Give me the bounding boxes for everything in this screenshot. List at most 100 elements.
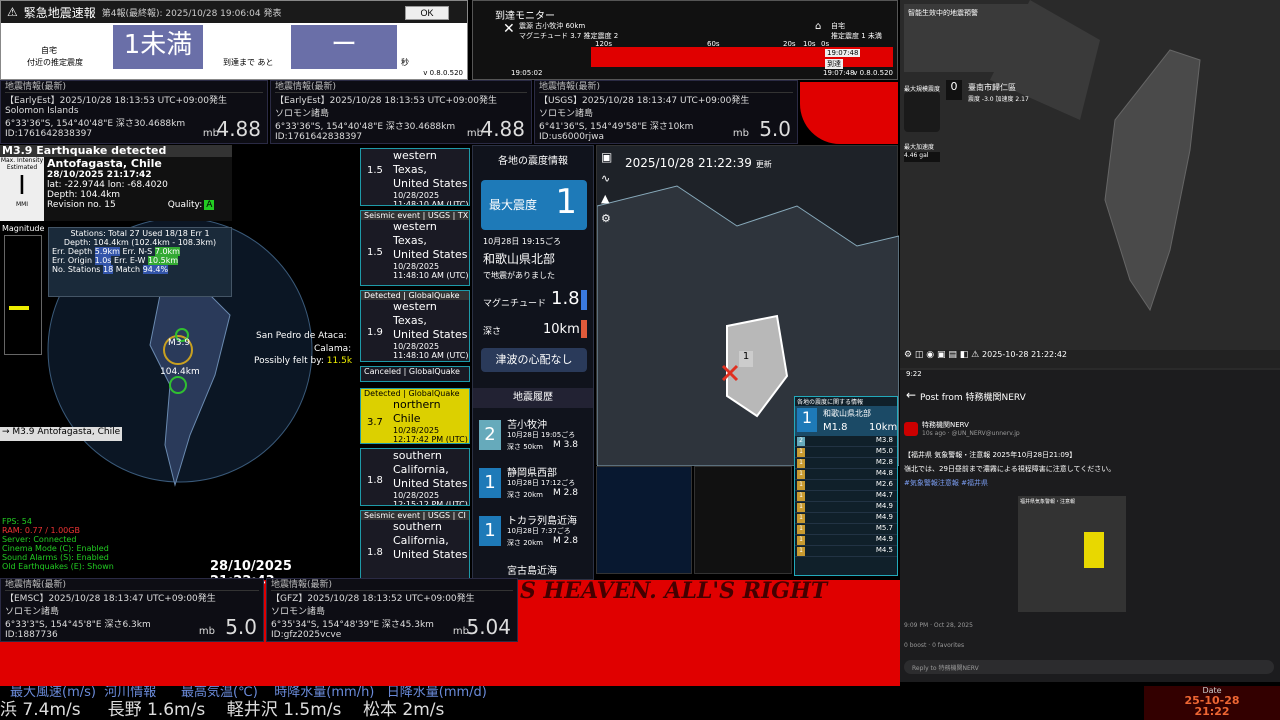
arrival-label: 到達 (825, 59, 843, 69)
magnitude-value: 5.0 (759, 117, 791, 141)
event-card[interactable]: Detected | GlobalQuake western Texas, Unit… (360, 290, 470, 362)
magnitude-scale (4, 235, 42, 355)
event-card[interactable]: Detected | GlobalQuake northern Chile 10/2… (360, 388, 470, 444)
version: v 0.8.0.520 (423, 69, 463, 77)
magnitude-value: 5.04 (466, 615, 511, 639)
tw-title-box: 智能生效中的地震預警 (904, 4, 1034, 72)
post-image[interactable]: 福井県気象警報・注意報 (1018, 496, 1126, 612)
reply-input[interactable]: Reply to 特務機関NERV (904, 660, 1274, 674)
avatar (904, 422, 918, 436)
info-box-3: 地震情報(最新) 【USGS】2025/10/28 18:13:47 UTC+09… (534, 80, 798, 144)
stats-box: Stations: Total 27 Used 18/18 Err 1 Depth… (48, 227, 232, 297)
eq-list-row[interactable]: 1 M4.9 (795, 513, 897, 524)
eq-list-row[interactable]: 1 M4.7 (795, 491, 897, 502)
history-item[interactable]: 1 トカラ列島近海 10月28日 7:37ごろ 深さ 20km M 2.8 (477, 510, 591, 554)
red-background-upper (800, 82, 898, 144)
history-item[interactable]: 2 苫小牧沖 10月28日 19:05ごろ 深さ 50km M 3.8 (477, 414, 591, 458)
close-icon[interactable]: ✕ (503, 21, 515, 37)
eq-list-row[interactable]: 1 M4.5 (795, 546, 897, 557)
globalquake-panel: M3.9 Earthquake detected Max. Intensity E… (0, 145, 356, 589)
post-title: Post from 特務機関NERV (920, 393, 1026, 403)
countdown-badge: ー (291, 25, 397, 69)
est-label: 付近の推定震度 (27, 58, 83, 67)
epicenter-text: 震源 古小牧沖 60km (519, 22, 586, 30)
sec-label: 秒 (401, 58, 409, 67)
magnitude-value: 5.0 (225, 615, 257, 639)
info-box-2: 地震情報(最新) 【EarlyEst】2025/10/28 18:13:53 UT… (270, 80, 532, 144)
inset-map (596, 466, 692, 574)
settings-icon[interactable]: ⚙ (601, 212, 611, 225)
map-magnitude: M3.9 (168, 338, 191, 348)
taiwan-eew-panel: 智能生效中的地震預警 最大規模震度 0 臺南市歸仁區 震度 -3.0 加速度 2… (900, 0, 1280, 370)
ticker-values: 浜 7.4m/s 長野 1.6m/s 軽井沢 1.5m/s 松本 2m/s (0, 700, 445, 720)
arrival-time: 19:07:48 (825, 49, 861, 57)
info-box-4: 地震情報(最新) 【EMSC】2025/10/28 18:13:47 UTC+09… (0, 578, 264, 642)
back-button[interactable]: ← (906, 388, 916, 402)
list-item[interactable]: → M3.9 Antofagasta, Chile (0, 427, 122, 441)
info-box-5: 地震情報(最新) 【GFZ】2025/10/28 18:13:52 UTC+09:… (266, 578, 518, 642)
social-post-panel: 9:22 ← Post from 特務機関NERV 特務機関NERV 10s a… (900, 370, 1280, 682)
arrival-version: v 0.8.0.520 (853, 69, 893, 77)
info-box-1: 地震情報(最新) 【EarlyEst】2025/10/28 18:13:53 UT… (0, 80, 268, 144)
tw-place: 臺南市歸仁區 (968, 83, 1016, 92)
tw-level-box (904, 92, 940, 132)
eew-window: ⚠ 緊急地震速報 第4報(最終報): 2025/10/28 19:06:04 発表 … (0, 0, 468, 80)
history-item[interactable]: 1 静岡県西部 10月28日 17:12ごろ 深さ 20km M 2.8 (477, 462, 591, 506)
eq-list-row[interactable]: 1 M2.8 (795, 458, 897, 469)
felt-label: Possibly felt by: 11.5k (254, 356, 353, 366)
start-time: 19:05:02 (511, 69, 543, 77)
magnitude-value: 4.88 (480, 117, 525, 141)
home-est-text: 推定震度 1 未満 (831, 32, 882, 40)
place-1: San Pedro de Ataca: (256, 331, 347, 341)
map-pin: 1 (739, 351, 753, 367)
event-card[interactable]: southern California, United States 10/28/2… (360, 448, 470, 506)
intensity-badge: 1未満 (113, 25, 203, 69)
map-depth: 104.4km (160, 367, 200, 377)
eq-list-row[interactable]: 1 M5.7 (795, 524, 897, 535)
until-label: 到達まで あと (223, 58, 274, 67)
inset-map-2 (694, 466, 792, 574)
post-body: 【福井県 気象警報・注意報 2025年10月28日21:09】 嶺北では、29日昼… (904, 451, 1116, 487)
eq-list-row[interactable]: 1 M4.9 (795, 535, 897, 546)
japan-info-panel: 各地の震度情報 最大震度 1 10月28日 19:15ごろ 和歌山県北部 で地震… (472, 145, 594, 580)
magnitude-value: 4.88 (216, 117, 261, 141)
end-time: 19:07:48 (823, 69, 855, 77)
event-card[interactable]: Seismic event | USGS | CI southern Califo… (360, 510, 470, 580)
quake-details: Antofagasta, Chile 28/10/2025 21:17:42 la… (44, 157, 232, 221)
intensity-box: Max. Intensity Estimated I MMI (0, 157, 44, 221)
wave-icon[interactable]: ∿ (601, 172, 610, 185)
banner-text: S HEAVEN. ALL'S RIGHT (520, 578, 828, 604)
location: Antofagasta, Chile (47, 157, 162, 170)
arrival-title: 到達モニター (495, 11, 555, 22)
weather-ticker: 最大風速(m/s) 河川情報 最高気温(℃) 時降水量(mm/h) 日降水量(m… (0, 686, 1280, 720)
place-2: Calama: (314, 344, 352, 354)
eq-list-row[interactable]: 2 M3.8 (795, 436, 897, 447)
tw-toolbar[interactable]: ⚙ ◫ ◉ ▣ ▤ ◧ ⚠ 2025-10-28 21:22:42 (900, 350, 1280, 368)
event-card[interactable]: Canceled | GlobalQuake (360, 366, 470, 382)
eq-list-panel: 各地の震度に関する情報 1 和歌山県北部 M1.8 10km 2 M3.8 1 M5.… (794, 396, 898, 576)
intensity-value: I (18, 171, 26, 201)
alert-title: M3.9 Earthquake detected (0, 145, 232, 157)
home-text: 自宅 (831, 22, 845, 30)
ok-button[interactable]: OK (405, 6, 449, 20)
home-icon: ⌂ (815, 21, 822, 32)
tick-120: 120s (595, 40, 613, 48)
ticker-header: 最大風速(m/s) 河川情報 最高気温(℃) 時降水量(mm/h) 日降水量(m… (10, 686, 487, 700)
eq-list-row[interactable]: 1 M2.6 (795, 480, 897, 491)
tick-0: 0s (821, 40, 830, 48)
layers-icon[interactable]: ▣ (601, 150, 612, 164)
tsunami-badge: 津波の心配なし (481, 348, 587, 372)
eq-list-row[interactable]: 1 M5.0 (795, 447, 897, 458)
author-name[interactable]: 特務機関NERV (922, 420, 969, 430)
event-card[interactable]: western Texas, United States 10/28/2025 11… (360, 148, 470, 206)
magnitude-label: Magnitude (2, 224, 45, 233)
map-time: 2025/10/28 21:22:39 更新 (625, 156, 772, 170)
warning-icon: ⚠ (7, 5, 18, 19)
event-card[interactable]: Seismic event | USGS | TX western Texas, U… (360, 210, 470, 286)
eq-list-row[interactable]: 1 M4.9 (795, 502, 897, 513)
eq-list-row[interactable]: 1 M4.8 (795, 469, 897, 480)
history-header: 地震履歴 (473, 388, 593, 408)
history-item[interactable]: 宮古島近海 (477, 558, 591, 578)
warning-triangle-icon[interactable]: ▲ (601, 192, 609, 205)
eew-report: 第4報(最終報): 2025/10/28 19:06:04 発表 (101, 8, 282, 19)
